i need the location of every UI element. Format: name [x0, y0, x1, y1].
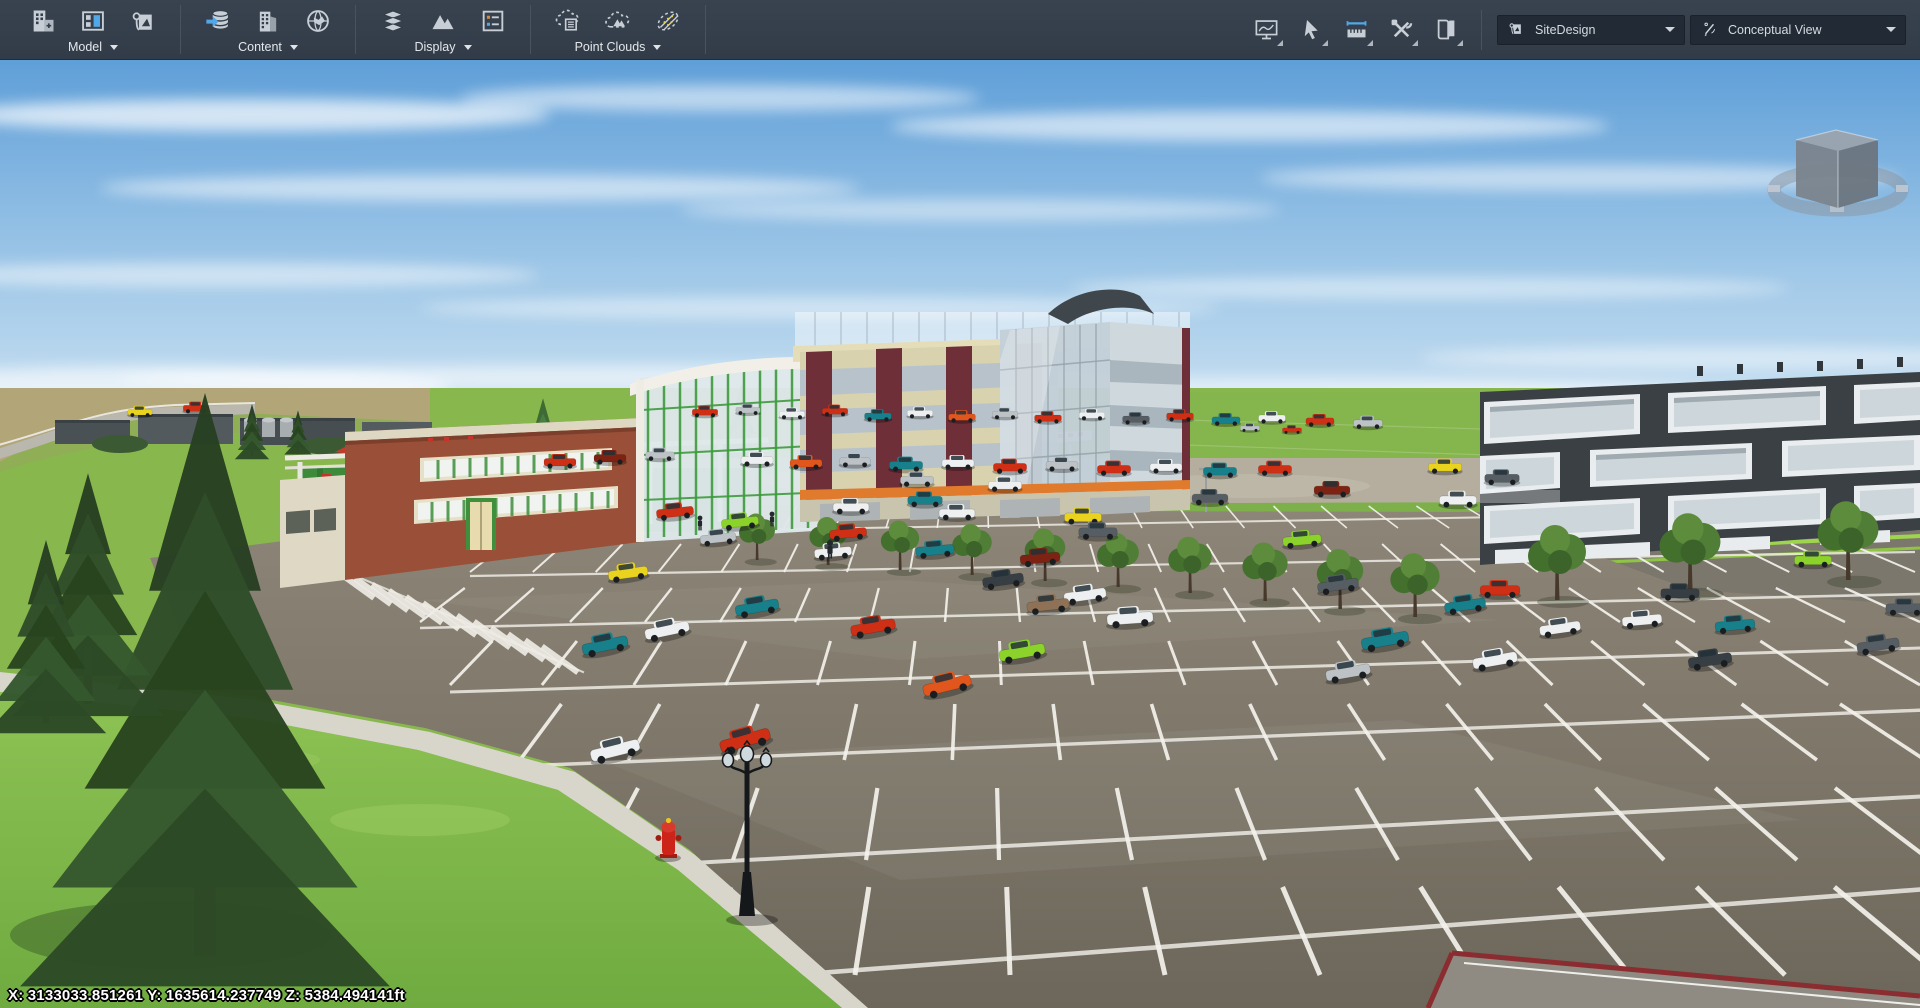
point-cloud-list-icon [554, 7, 582, 35]
point-cloud-terrain-button[interactable] [599, 5, 637, 37]
content-group-label: Content [238, 40, 282, 54]
toolbar-divider [705, 5, 706, 54]
proposals-button[interactable] [124, 5, 162, 37]
toolbar-group-display: Display [358, 0, 528, 59]
flyout-indicator [1457, 40, 1463, 46]
chevron-down-icon [1665, 27, 1675, 32]
point-cloud-roads-button[interactable] [649, 5, 687, 37]
flyout-indicator [1322, 40, 1328, 46]
toolbar-right-tools: SiteDesign Conceptual View [1246, 0, 1920, 59]
utilities-button[interactable] [1381, 11, 1421, 49]
model-explorer-button[interactable] [74, 5, 112, 37]
measure-ruler-icon [1343, 16, 1370, 43]
import-data-button[interactable] [199, 5, 237, 37]
view-style-dropdown-value: Conceptual View [1728, 23, 1822, 37]
proposal-dropdown[interactable]: SiteDesign [1497, 15, 1685, 45]
buildings-icon [254, 7, 282, 35]
chevron-down-icon [290, 45, 298, 50]
flyout-indicator [1277, 40, 1283, 46]
toolbar-groups: Model [0, 0, 708, 59]
crossed-tools-icon [1388, 16, 1415, 43]
list-panel-icon [479, 7, 507, 35]
flyout-indicator [1412, 40, 1418, 46]
chevron-down-icon [653, 45, 661, 50]
viewport-3d[interactable]: X: 3133033.851261 Y: 1635614.237749 Z: 5… [0, 60, 1920, 1008]
display-group-label: Display [415, 40, 456, 54]
point-clouds-group-menu[interactable]: Point Clouds [575, 40, 662, 54]
terrain-themes-button[interactable] [424, 5, 462, 37]
globe-icon [304, 7, 332, 35]
model-group-label: Model [68, 40, 102, 54]
render-button[interactable] [1246, 11, 1286, 49]
content-buildings-button[interactable] [249, 5, 287, 37]
chevron-down-icon [464, 45, 472, 50]
point-clouds-group-label: Point Clouds [575, 40, 646, 54]
stylus-icon [1700, 20, 1719, 39]
select-button[interactable] [1291, 11, 1331, 49]
toolbar-group-point-clouds: Point Clouds [533, 0, 703, 59]
cursor-arrow-icon [1298, 16, 1325, 43]
scene-canvas[interactable] [0, 60, 1920, 1008]
chevron-down-icon [1886, 27, 1896, 32]
proposal-scroll-icon [129, 7, 157, 35]
panel-layout-icon [79, 7, 107, 35]
point-cloud-terrain-icon [604, 7, 632, 35]
surface-layers-button[interactable] [374, 5, 412, 37]
building-icon [29, 7, 57, 35]
content-group-menu[interactable]: Content [238, 40, 298, 54]
chevron-down-icon [110, 45, 118, 50]
point-cloud-roads-icon [654, 7, 682, 35]
book-panels-icon [1433, 16, 1460, 43]
display-group-menu[interactable]: Display [415, 40, 472, 54]
display-properties-button[interactable] [474, 5, 512, 37]
panels-button[interactable] [1426, 11, 1466, 49]
render-monitor-icon [1253, 16, 1280, 43]
toolbar-divider [1481, 10, 1482, 50]
point-cloud-panel-button[interactable] [549, 5, 587, 37]
toolbar-group-model: Model [8, 0, 178, 59]
database-import-icon [204, 7, 232, 35]
model-group-menu[interactable]: Model [68, 40, 118, 54]
coordinate-readout: X: 3133033.851261 Y: 1635614.237749 Z: 5… [8, 987, 405, 1004]
proposal-scroll-icon [1507, 20, 1526, 39]
proposal-dropdown-value: SiteDesign [1535, 23, 1595, 37]
toolbar-divider [530, 5, 531, 54]
model-builder-button[interactable] [299, 5, 337, 37]
mountains-icon [429, 7, 457, 35]
flyout-indicator [1367, 40, 1373, 46]
toolbar-group-content: Content [183, 0, 353, 59]
top-toolbar: Model [0, 0, 1920, 60]
measure-button[interactable] [1336, 11, 1376, 49]
toolbar-divider [180, 5, 181, 54]
view-style-dropdown[interactable]: Conceptual View [1690, 15, 1906, 45]
model-home-button[interactable] [24, 5, 62, 37]
toolbar-divider [355, 5, 356, 54]
layers-icon [379, 7, 407, 35]
